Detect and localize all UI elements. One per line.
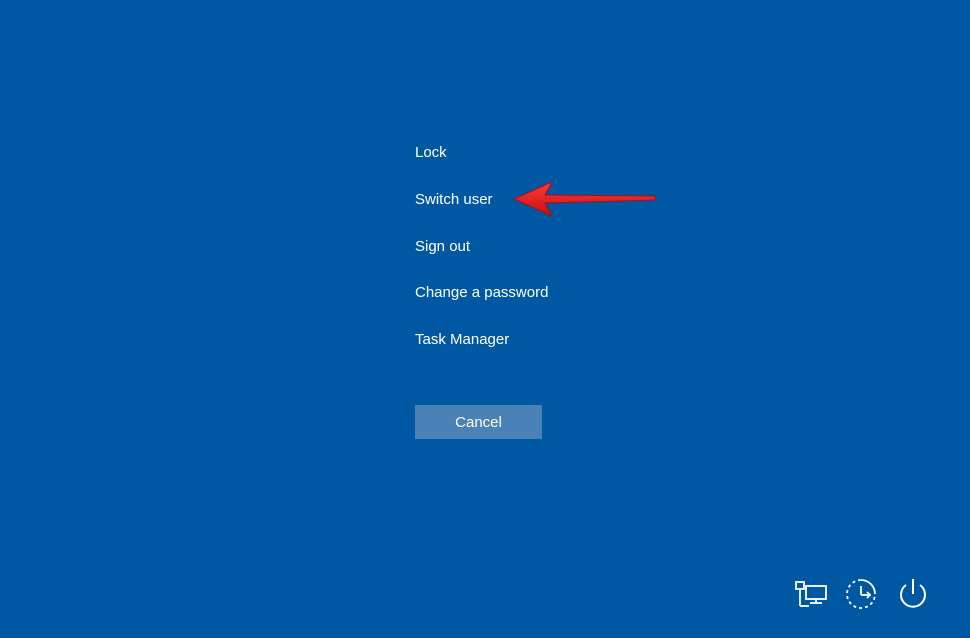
- sign-out-option[interactable]: Sign out: [415, 235, 470, 259]
- security-options-menu: Lock Switch user Sign out Change a passw…: [415, 141, 675, 375]
- change-password-option[interactable]: Change a password: [415, 281, 548, 305]
- network-icon[interactable]: [793, 576, 829, 612]
- cancel-button[interactable]: Cancel: [415, 405, 542, 439]
- switch-user-option[interactable]: Switch user: [415, 188, 493, 212]
- red-arrow-icon: [512, 180, 656, 218]
- ease-of-access-icon[interactable]: [843, 576, 879, 612]
- power-icon[interactable]: [895, 576, 931, 612]
- task-manager-option[interactable]: Task Manager: [415, 328, 509, 352]
- lock-option[interactable]: Lock: [415, 141, 447, 165]
- security-options-screen: { "menu": { "items": [ {"label": "Lock"}…: [0, 0, 970, 638]
